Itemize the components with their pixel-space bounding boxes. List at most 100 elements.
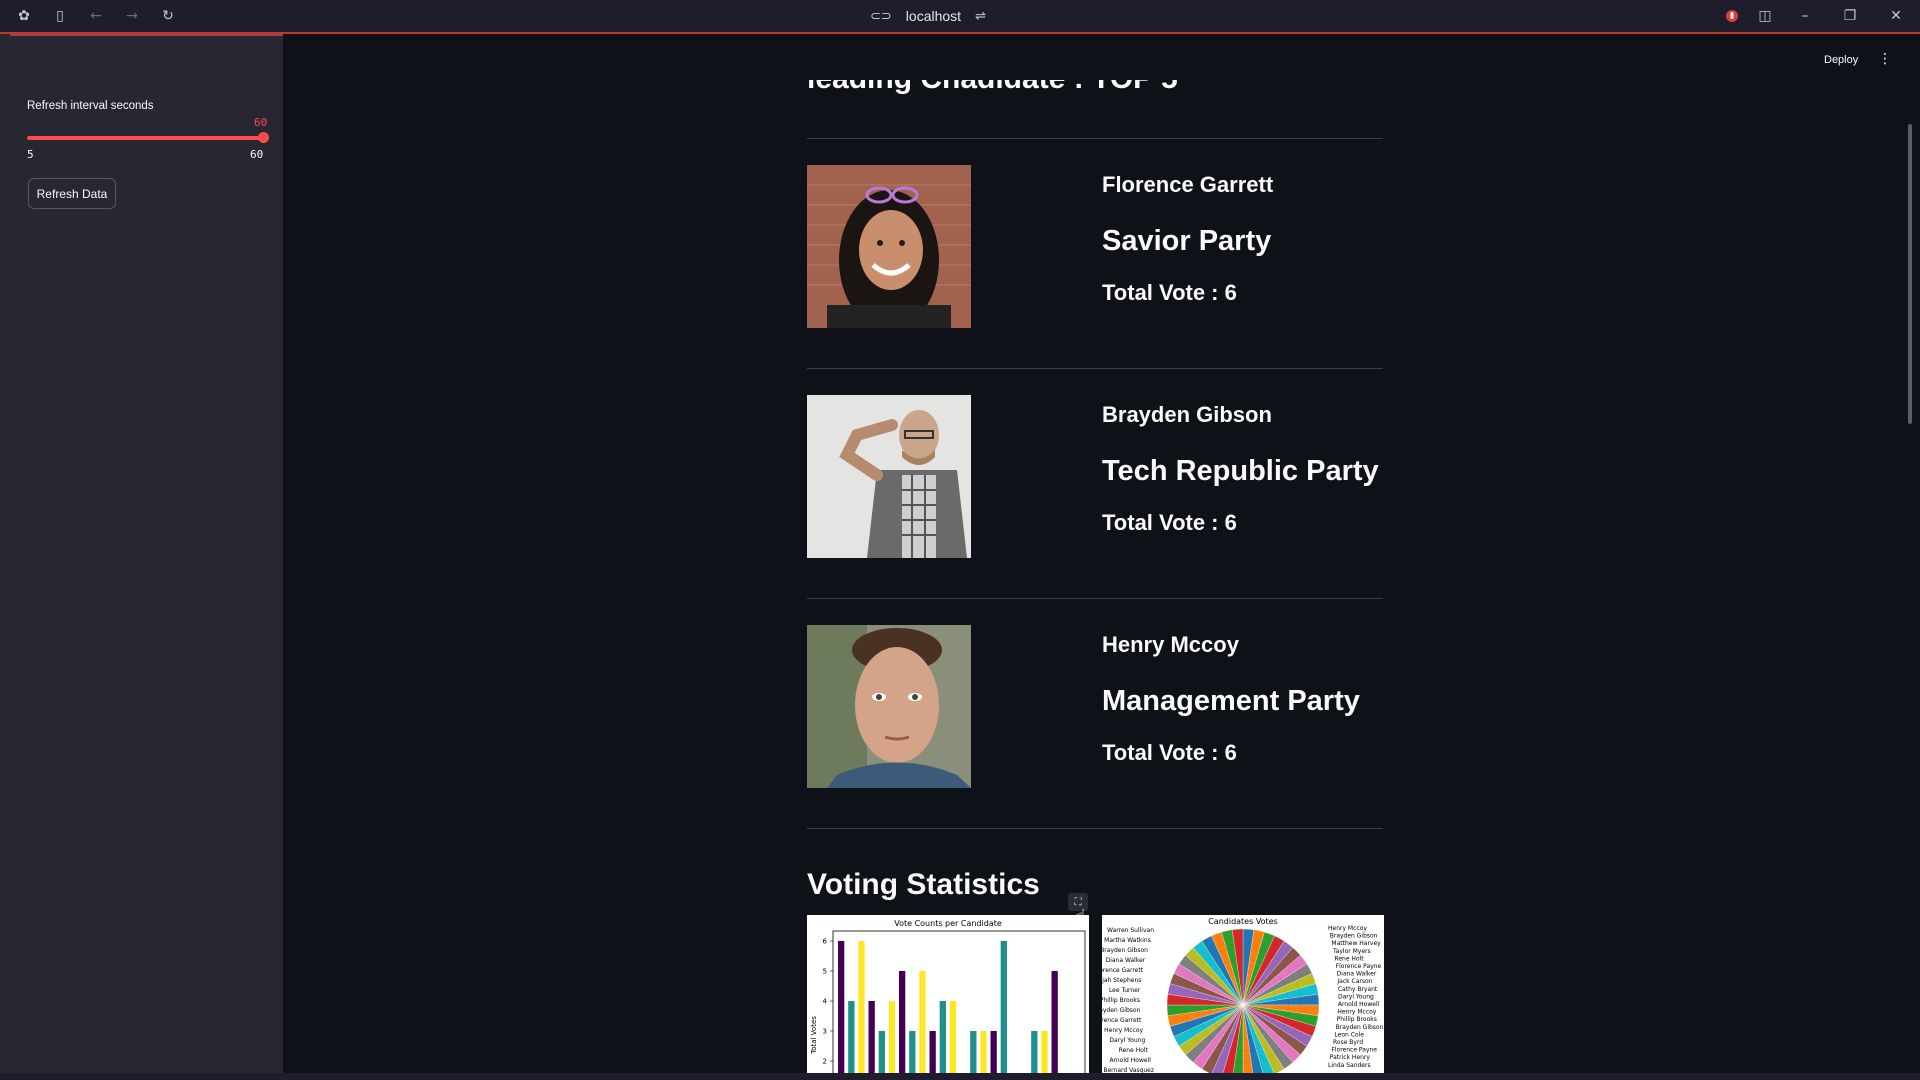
pie-label: Brayden Gibson [1336,1024,1384,1031]
pie-label: Henry Mccoy [1328,925,1367,932]
refresh-interval-slider-thumb[interactable] [258,132,269,143]
browser-toolbar: ✿ ▯ ← → ↻ ⊂⊃ localhost ⇌ ◫ – ❐ ✕ [0,0,1920,34]
pie-label: Elijah Stephens [1102,977,1141,984]
pie-label: Patrick Henry [1330,1054,1371,1061]
pie-label: Henry Mccoy [1337,1009,1376,1016]
bar [1031,1031,1038,1073]
bar [878,1031,885,1073]
bar [888,1001,896,1073]
pie-label: Brayden Gibson [1330,933,1378,940]
bar [909,1031,916,1073]
pie-label: Daryl Young [1338,993,1374,1000]
candidate-total-votes: Total Vote : 6 [1102,280,1237,305]
divider [807,138,1383,139]
pie-label: Linda Sanders [1328,1062,1371,1069]
extension-icon[interactable] [1722,6,1742,26]
pie-label: Diana Walker [1106,957,1146,964]
site-settings-icon[interactable]: ⇌ [975,9,986,24]
pie-label: Daryl Young [1109,1037,1145,1044]
back-icon[interactable]: ← [86,6,106,26]
y-tick-label: 4 [823,998,828,1006]
sidebar-accent-line [10,34,283,36]
divider [807,598,1383,599]
minimize-icon[interactable]: – [1795,6,1815,26]
close-icon[interactable]: ✕ [1886,6,1906,26]
candidate-photo [807,165,971,328]
bar [990,1031,997,1073]
pie-label: Arnold Howell [1338,1001,1380,1008]
refresh-interval-slider-track[interactable] [27,136,265,140]
candidate-name: Henry Mccoy [1102,632,1239,657]
pie-label: Rene Holt [1119,1047,1149,1054]
bar [949,1001,957,1073]
slider-current-value: 60 [254,116,268,129]
pie-label: Martha Watkins [1104,937,1151,944]
refresh-data-button[interactable]: Refresh Data [28,178,116,209]
app-menu-icon[interactable]: ✿ [14,6,34,26]
pie-label: Rose Byrd [1333,1039,1363,1046]
pie-label: Florence Payne [1336,963,1382,970]
candidate-name: Florence Garrett [1102,172,1274,197]
candidate-party: Management Party [1102,685,1360,717]
bar [1000,941,1007,1073]
vote-counts-bar-chart: Vote Counts per Candidate Total Votes 6 5 4 3… [807,915,1089,1073]
bar [929,1031,936,1073]
more-options-icon[interactable]: ⋮ [1878,51,1892,67]
slider-label: Refresh interval seconds [27,100,154,112]
y-tick-label: 3 [823,1028,827,1036]
deploy-button[interactable]: Deploy [1824,54,1858,66]
divider [807,368,1383,369]
candidate-photo [807,395,971,558]
pie-label: Lee Turner [1109,987,1141,994]
mouse-cursor-icon: ☝ [1075,906,1086,927]
forward-icon[interactable]: → [122,6,142,26]
sidebar-toggle-icon[interactable]: ▯ [50,6,70,26]
link-icon: ⊂⊃ [870,8,892,24]
pie-label: Florence Garrett [1102,1017,1142,1024]
divider [807,828,1383,829]
pie-label: Jack Carson [1336,978,1372,985]
pie-label: Cathy Bryant [1338,986,1378,993]
voting-statistics-heading: Voting Statistics [807,868,1040,901]
reload-icon[interactable]: ↻ [158,6,178,26]
maximize-icon[interactable]: ❐ [1840,6,1860,26]
bar [919,971,926,1073]
candidate-total-votes: Total Vote : 6 [1102,740,1237,765]
bar [980,1031,987,1073]
pie-label: Matthew Harvey [1331,940,1381,947]
bar [868,1001,875,1073]
chart-title: Candidates Votes [1208,917,1278,926]
pie-label: Florence Payne [1331,1047,1377,1054]
y-axis-label: Total Votes [810,1016,818,1055]
bar [899,971,906,1073]
slider-max-label: 60 [250,148,264,161]
pie-label: Warren Sullivan [1107,927,1154,934]
split-view-icon[interactable]: ◫ [1755,6,1775,26]
bar [939,1001,946,1073]
candidate-photo [807,625,971,788]
y-tick-label: 6 [823,938,828,946]
pie-label: Brayden Gibson [1102,947,1148,954]
bar [848,1001,855,1073]
pie-label: Taylor Myers [1332,948,1371,955]
candidate-total-votes: Total Vote : 6 [1102,510,1237,535]
chart-title: Vote Counts per Candidate [894,919,1002,928]
bar [1051,971,1058,1073]
pie-label: Phillip Brooks [1102,997,1140,1004]
y-tick-label: 2 [823,1058,827,1066]
pie-label: Rene Holt [1334,955,1364,962]
address-bar[interactable]: ⊂⊃ localhost ⇌ [870,6,986,26]
pie-label: Diana Walker [1337,971,1377,978]
pie-label: Henry Mccoy [1104,1027,1143,1034]
bar [858,941,865,1073]
bar [970,1031,977,1073]
y-tick-label: 5 [823,968,827,976]
slider-min-label: 5 [27,148,34,161]
pie-label: Phillip Brooks [1337,1016,1377,1023]
candidate-party: Savior Party [1102,225,1272,257]
scrollbar[interactable] [1908,124,1912,424]
pie-label: Arnold Howell [1109,1057,1151,1064]
bar [838,941,845,1073]
candidate-party: Tech Republic Party [1102,455,1379,487]
candidates-votes-pie-chart: Candidates Votes Warren Sullivan Martha Wa… [1102,915,1384,1073]
